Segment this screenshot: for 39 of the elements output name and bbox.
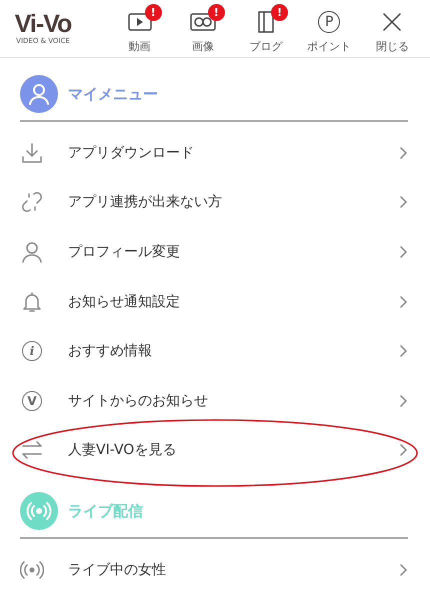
menu-item[interactable]: プロフィール変更 [20,227,408,277]
broken-link-icon [21,191,43,214]
video-icon [128,12,152,32]
document-icon [257,10,275,34]
swap-arrows-icon [21,440,43,460]
chevron-icon [400,444,408,456]
menu-item[interactable]: アプリダウンロード [20,128,408,178]
point-icon: P [318,10,340,32]
v-icon: V [22,390,42,411]
nav-button[interactable]: ! 画像 [171,4,234,54]
close-icon [382,12,402,32]
menu-item[interactable]: お知らせ通知設定 [20,276,408,326]
nav-button[interactable]: 閉じる [360,4,424,54]
notification-badge: ! [144,4,162,20]
menu-item[interactable]: ライブ中の女性 [20,545,408,595]
broadcast-icon [20,560,44,580]
nav-button[interactable]: ! ブログ [234,4,298,54]
chevron-icon [400,345,408,358]
section-title: マイメニュー [68,84,158,104]
user-icon [21,240,43,263]
chevron-icon [400,246,408,258]
logo[interactable]: Vi-Vo [14,12,72,37]
chevron-icon [400,296,408,308]
section-title: ライブ配信 [68,502,143,521]
bell-icon [21,290,43,313]
chevron-icon [400,394,408,407]
chevron-icon [400,146,408,159]
chevron-icon [400,196,408,208]
chevron-icon [400,564,408,576]
notification-badge: ! [208,4,225,20]
nav-button[interactable]: ! 動画 [108,4,172,54]
menu-item[interactable]: i おすすめ情報 [20,326,408,376]
download-icon [21,142,43,164]
menu-item[interactable]: V サイトからのお知らせ [20,376,408,426]
picture-frame-icon [190,12,216,32]
menu-item[interactable]: アプリ連携が出来ない方 [20,178,408,228]
info-icon: i [22,341,42,362]
notification-badge: ! [271,4,288,20]
nav-button[interactable]: P ポイント [298,4,361,54]
